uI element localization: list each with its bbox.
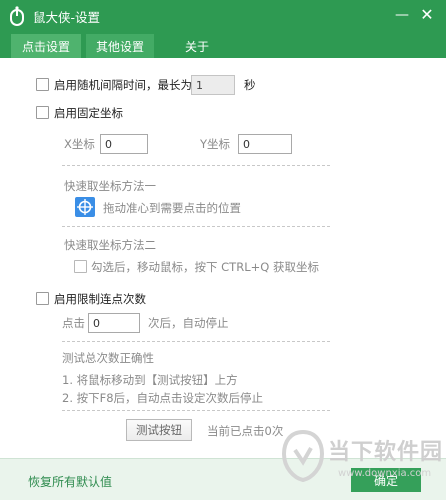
window-title: 鼠大侠-设置 [33,9,101,25]
method1-desc: 拖动准心到需要点击的位置 [103,201,241,215]
reset-defaults-link[interactable]: 恢复所有默认值 [28,473,112,490]
method2-checkbox[interactable] [74,260,87,273]
minimize-icon[interactable]: — [392,5,412,25]
settings-panel: 启用随机间隔时间，最长为 秒 启用固定坐标 X坐标 Y坐标 快速取坐标方法一 拖… [0,58,446,458]
random-interval-label: 启用随机间隔时间，最长为 [54,78,192,92]
y-coord-input[interactable] [238,134,292,154]
fixed-coords-label: 启用固定坐标 [54,106,123,120]
tab-bar: 点击设置 其他设置 关于 [0,32,446,58]
mouse-logo-icon [10,6,24,26]
ok-button[interactable]: 确定 [351,468,421,492]
click-count-status: 当前已点击0次 [207,424,284,438]
tab-click-settings[interactable]: 点击设置 [11,34,81,58]
limit-clicks-suffix: 次后，自动停止 [148,316,229,330]
limit-clicks-label: 启用限制连点次数 [54,292,146,306]
random-interval-input[interactable] [191,75,235,95]
close-icon[interactable]: ✕ [417,5,437,25]
test-button[interactable]: 测试按钮 [126,419,192,441]
title-bar: 鼠大侠-设置 — ✕ [0,0,446,32]
y-coord-label: Y坐标 [200,137,231,151]
divider [62,410,330,411]
footer-bar: 恢复所有默认值 确定 [0,458,446,500]
divider [62,226,330,227]
x-coord-input[interactable] [100,134,148,154]
crosshair-drag-icon[interactable] [75,197,95,217]
tab-about[interactable]: 关于 [170,34,224,58]
tab-other-settings[interactable]: 其他设置 [86,34,154,58]
test-step2: 2. 按下F8后，自动点击设定次数后停止 [62,391,264,405]
divider [62,165,330,166]
limit-clicks-input[interactable] [88,313,140,333]
method2-title: 快速取坐标方法二 [64,238,156,252]
method2-desc: 勾选后，移动鼠标，按下 CTRL+Q 获取坐标 [91,260,319,274]
random-interval-checkbox[interactable] [36,78,49,91]
limit-clicks-prefix: 点击 [62,316,85,330]
method1-title: 快速取坐标方法一 [64,179,156,193]
x-coord-label: X坐标 [64,137,95,151]
random-interval-unit: 秒 [244,78,256,92]
test-title: 测试总次数正确性 [62,351,154,365]
limit-clicks-checkbox[interactable] [36,292,49,305]
divider [62,341,330,342]
fixed-coords-checkbox[interactable] [36,106,49,119]
test-step1: 1. 将鼠标移动到【测试按钮】上方 [62,373,238,387]
